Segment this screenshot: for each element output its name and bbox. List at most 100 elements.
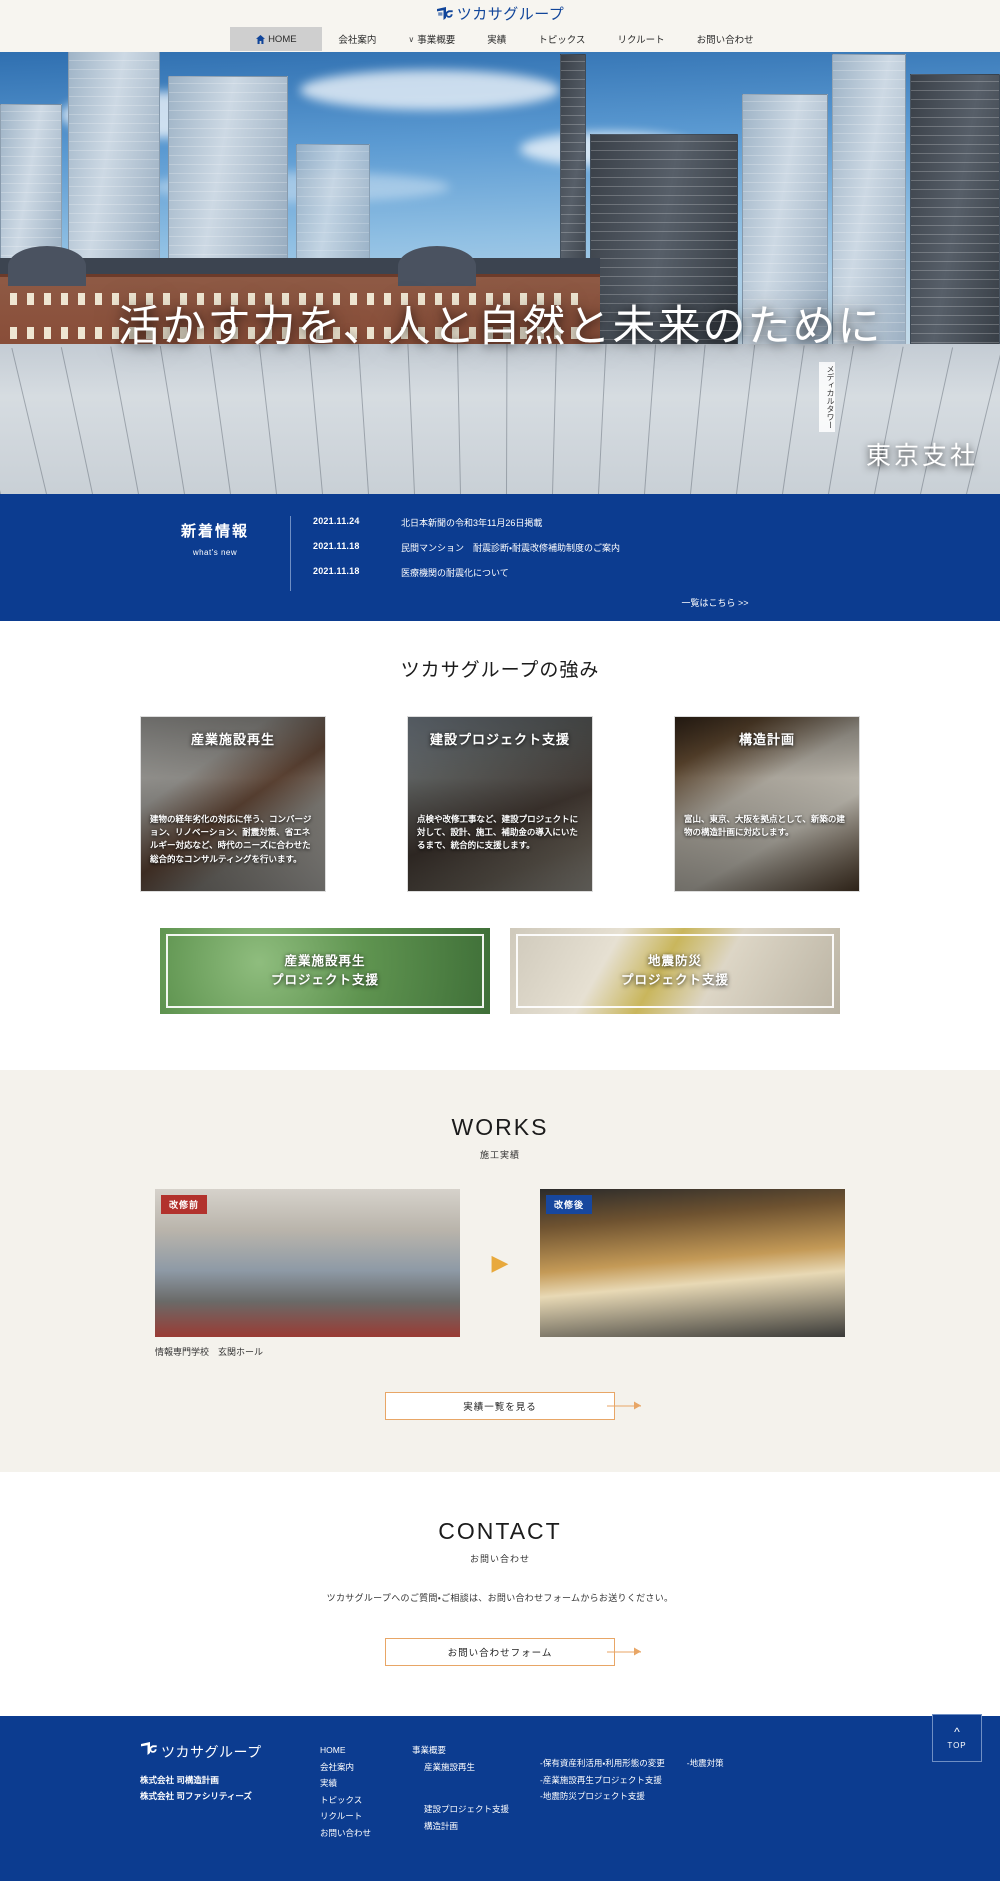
footer-link-quake-measures[interactable]: -地震対策 bbox=[687, 1755, 724, 1772]
window-band bbox=[1, 237, 61, 238]
footer-link-recruit[interactable]: リクルート bbox=[320, 1808, 412, 1825]
news-item[interactable]: 2021.11.18 医療機関の耐震化について bbox=[313, 566, 860, 579]
window-band bbox=[833, 178, 905, 179]
news-item[interactable]: 2021.11.24 北日本新聞の令和3年11月26日掲載 bbox=[313, 516, 860, 529]
window-band bbox=[743, 182, 827, 183]
nav-item-contact[interactable]: お問い合わせ bbox=[681, 27, 770, 51]
after-badge: 改修後 bbox=[546, 1195, 593, 1214]
window-band bbox=[833, 124, 905, 125]
paving-line bbox=[407, 344, 415, 494]
window-band bbox=[743, 236, 827, 237]
paving-line bbox=[258, 344, 277, 494]
nav-label-recruit: リクルート bbox=[617, 35, 665, 46]
banner-earthquake-project[interactable]: 地震防災 プロジェクト支援 bbox=[510, 928, 840, 1014]
paving-line bbox=[456, 344, 461, 494]
window-band bbox=[591, 150, 737, 151]
window-band bbox=[591, 285, 737, 286]
window-band bbox=[743, 245, 827, 246]
works-section: WORKS 施工実績 改修前 ▶ 改修後 情報専門学校 玄関ホール 実績一覧を見… bbox=[0, 1070, 1000, 1472]
window-band bbox=[833, 106, 905, 107]
triangle-right-icon: ▶ bbox=[491, 1250, 509, 1275]
paving-line bbox=[110, 346, 139, 494]
window-band bbox=[743, 173, 827, 174]
nav-item-business[interactable]: ∨ 事業概要 bbox=[392, 27, 471, 51]
nav-label-business: 事業概要 bbox=[417, 35, 456, 46]
strength-card-industrial[interactable]: 産業施設再生 建物の経年劣化の対応に伴う、コンバージョン、リノベーション、耐震対… bbox=[140, 716, 326, 892]
window-band bbox=[561, 160, 585, 161]
banner-line2: プロジェクト支援 bbox=[620, 973, 729, 987]
footer-link-industrial-project[interactable]: -産業施設再生プロジェクト支援 bbox=[540, 1772, 860, 1789]
banner-industrial-project[interactable]: 産業施設再生 プロジェクト支援 bbox=[160, 928, 490, 1014]
nav-item-topics[interactable]: トピックス bbox=[522, 27, 601, 51]
strength-card-construction[interactable]: 建設プロジェクト支援 点検や改修工事など、建設プロジェクトに対して、設計、施工、… bbox=[407, 716, 593, 892]
window-band bbox=[297, 250, 369, 251]
window-band bbox=[833, 97, 905, 98]
window-band bbox=[69, 177, 159, 178]
after-image[interactable]: 改修後 bbox=[540, 1189, 845, 1337]
footer-link-business[interactable]: 事業概要 bbox=[412, 1742, 540, 1759]
window-band bbox=[169, 101, 287, 102]
footer-link-topics[interactable]: トピックス bbox=[320, 1792, 412, 1809]
footer-link-quake-project[interactable]: -地震防災プロジェクト支援 bbox=[540, 1788, 860, 1805]
footer-link-works[interactable]: 実績 bbox=[320, 1775, 412, 1792]
footer-link-home[interactable]: HOME bbox=[320, 1742, 412, 1759]
window-band bbox=[743, 200, 827, 201]
window-band bbox=[833, 61, 905, 62]
window-band bbox=[911, 189, 999, 190]
window-band bbox=[743, 191, 827, 192]
footer-link-industrial[interactable]: 産業施設再生 bbox=[412, 1759, 540, 1776]
window-band bbox=[69, 78, 159, 79]
window-band bbox=[169, 209, 287, 210]
paving-line bbox=[782, 345, 805, 494]
window-band bbox=[591, 186, 737, 187]
window-band bbox=[69, 213, 159, 214]
before-after-pair: 改修前 ▶ 改修後 bbox=[155, 1189, 845, 1337]
window-band bbox=[1, 156, 61, 157]
works-button-wrap: 実績一覧を見る bbox=[385, 1392, 641, 1420]
window-band bbox=[833, 286, 905, 287]
window-band bbox=[561, 61, 585, 62]
window-band bbox=[169, 182, 287, 183]
view-works-button[interactable]: 実績一覧を見る bbox=[385, 1392, 615, 1420]
window-band bbox=[911, 207, 999, 208]
strength-card-structure[interactable]: 構造計画 富山、東京、大阪を拠点として、新築の建物の構造計画に対応します。 bbox=[674, 716, 860, 892]
window-band bbox=[743, 101, 827, 102]
contact-title-jp: お問い合わせ bbox=[469, 1554, 530, 1564]
paving-line bbox=[0, 348, 1, 494]
window-band bbox=[833, 187, 905, 188]
footer-link-construction[interactable]: 建設プロジェクト支援 bbox=[412, 1801, 540, 1818]
footer-logo[interactable]: ツカサグループ bbox=[140, 1742, 320, 1762]
paving-line bbox=[966, 348, 1000, 494]
news-date: 2021.11.18 bbox=[313, 541, 360, 551]
strengths-section: ツカサグループの強み 産業施設再生 建物の経年劣化の対応に伴う、コンバージョン、… bbox=[0, 621, 1000, 1070]
news-more-link[interactable]: 一覧はこちら >> bbox=[0, 596, 1000, 609]
arrow-right-icon bbox=[607, 1647, 641, 1656]
window-band bbox=[561, 250, 585, 251]
window-band bbox=[911, 90, 999, 91]
nav-item-recruit[interactable]: リクルート bbox=[601, 27, 680, 51]
news-item[interactable]: 2021.11.18 民間マンション 耐震診断・耐震改修補助制度のご案内 bbox=[313, 541, 860, 554]
before-image[interactable]: 改修前 bbox=[155, 1189, 460, 1337]
scroll-to-top-button[interactable]: ^ TOP bbox=[932, 1714, 982, 1762]
footer-brand: ツカサグループ 株式会社 司構造計画 株式会社 司ファシリティーズ bbox=[140, 1742, 320, 1841]
window-band bbox=[591, 159, 737, 160]
footer-link-structure[interactable]: 構造計画 bbox=[412, 1818, 540, 1835]
contact-form-button[interactable]: お問い合わせフォーム bbox=[385, 1638, 615, 1666]
nav-item-works[interactable]: 実績 bbox=[471, 27, 522, 51]
window-band bbox=[1, 129, 61, 130]
hero-branch-label: 東京支社 bbox=[865, 442, 978, 470]
site-logo[interactable]: ツカサグループ bbox=[0, 0, 1000, 25]
nav-item-company[interactable]: 会社案内 bbox=[322, 27, 392, 51]
paving-line bbox=[736, 345, 756, 494]
window-band bbox=[169, 164, 287, 165]
window-band bbox=[911, 126, 999, 127]
tsukasa-mark-icon bbox=[140, 1742, 157, 1762]
nav-item-home[interactable]: HOME bbox=[230, 27, 323, 51]
window-band bbox=[561, 97, 585, 98]
footer-link-asset-use[interactable]: -保有資産利活用・利用形態の変更 bbox=[540, 1755, 665, 1772]
window-band bbox=[69, 231, 159, 232]
footer-link-company[interactable]: 会社案内 bbox=[320, 1759, 412, 1776]
footer-link-contact[interactable]: お問い合わせ bbox=[320, 1825, 412, 1842]
window-band bbox=[69, 204, 159, 205]
window-band bbox=[69, 141, 159, 142]
